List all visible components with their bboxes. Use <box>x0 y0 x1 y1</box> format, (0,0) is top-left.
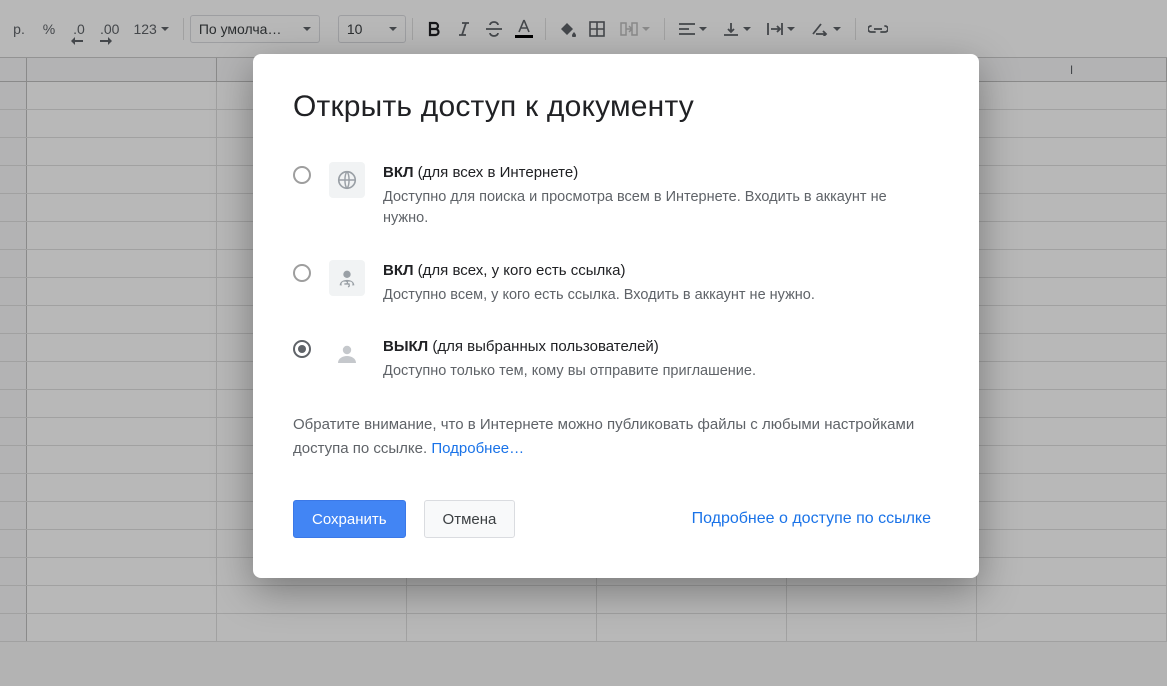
save-button[interactable]: Сохранить <box>293 500 406 538</box>
share-dialog: Открыть доступ к документу ВКЛ (для всех… <box>253 54 979 578</box>
person-icon <box>329 336 365 372</box>
option-suffix: (для всех в Интернете) <box>414 164 579 181</box>
note-prefix: Обратите внимание, что в Интернете можно… <box>293 416 914 458</box>
option-desc: Доступно только тем, кому вы отправите п… <box>383 361 931 383</box>
cancel-button[interactable]: Отмена <box>424 500 516 538</box>
option-link[interactable]: ВКЛ (для всех, у кого есть ссылка) Досту… <box>293 260 931 306</box>
more-about-link-sharing[interactable]: Подробнее о доступе по ссылке <box>692 510 931 528</box>
option-state: ВКЛ <box>383 262 414 279</box>
dialog-button-row: Сохранить Отмена Подробнее о доступе по … <box>293 500 931 538</box>
option-private[interactable]: ВЫКЛ (для выбранных пользователей) Досту… <box>293 336 931 382</box>
option-state: ВКЛ <box>383 164 414 181</box>
radio-link[interactable] <box>293 264 311 282</box>
option-suffix: (для всех, у кого есть ссылка) <box>414 262 626 279</box>
option-desc: Доступно всем, у кого есть ссылка. Входи… <box>383 285 931 307</box>
dialog-title: Открыть доступ к документу <box>293 90 931 124</box>
option-public[interactable]: ВКЛ (для всех в Интернете) Доступно для … <box>293 162 931 230</box>
person-link-icon <box>329 260 365 296</box>
radio-public[interactable] <box>293 166 311 184</box>
option-state: ВЫКЛ <box>383 338 428 355</box>
globe-icon <box>329 162 365 198</box>
radio-private[interactable] <box>293 340 311 358</box>
option-desc: Доступно для поиска и просмотра всем в И… <box>383 187 931 231</box>
option-suffix: (для выбранных пользователей) <box>428 338 659 355</box>
option-text: ВЫКЛ (для выбранных пользователей) Досту… <box>383 336 931 382</box>
note-text: Обратите внимание, что в Интернете можно… <box>293 413 931 463</box>
learn-more-link[interactable]: Подробнее… <box>431 440 524 457</box>
option-text: ВКЛ (для всех, у кого есть ссылка) Досту… <box>383 260 931 306</box>
option-text: ВКЛ (для всех в Интернете) Доступно для … <box>383 162 931 230</box>
